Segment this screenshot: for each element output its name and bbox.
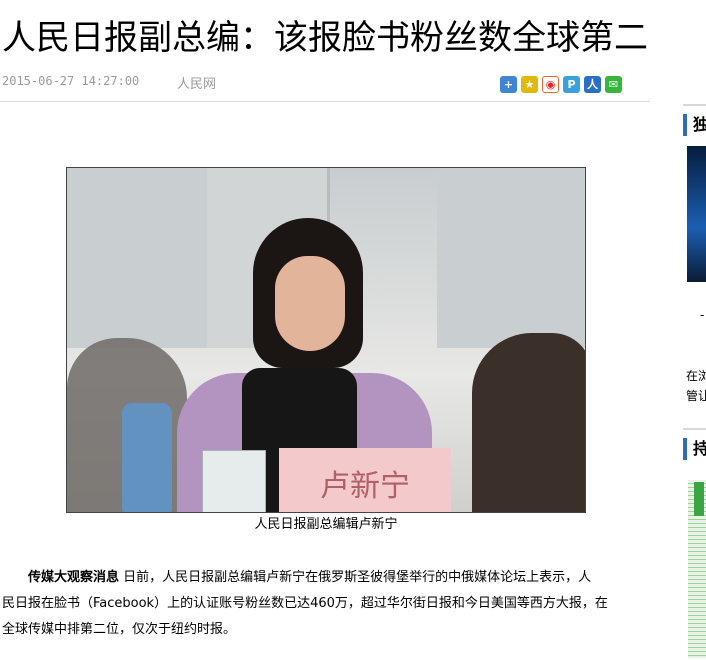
- renren-icon[interactable]: 人: [584, 76, 601, 93]
- source-link[interactable]: 人民网: [177, 73, 216, 92]
- weibo-icon[interactable]: ◉: [542, 76, 559, 93]
- article-photo: 卢新宁: [66, 167, 586, 513]
- sidebar-image-2[interactable]: [688, 480, 706, 658]
- sidebar-divider: [683, 104, 706, 106]
- nameplate: 卢新宁: [279, 448, 451, 512]
- sidebar-dash: -: [700, 308, 705, 322]
- image-caption: 人民日报副总编辑卢新宁: [254, 517, 398, 532]
- body-line-1: 日前，人民日报副总编辑卢新宁在俄罗斯圣彼得堡举行的中俄媒体论坛上表示，人: [123, 570, 592, 585]
- sidebar-text-line-1: 在浏: [686, 369, 706, 383]
- share-toolbar: + ★ ◉ P 人 ✉: [500, 76, 622, 93]
- article-headline: 人民日报副总编：该报脸书粉丝数全球第二: [2, 18, 648, 58]
- sidebar-heading-2: 持: [683, 438, 706, 460]
- sidebar-image-1[interactable]: [687, 146, 706, 282]
- body-line-2: 民日报在脸书（Facebook）上的认证账号粉丝数已达460万，超过华尔街日报和…: [2, 596, 608, 611]
- sidebar-text-line-2: 管让: [686, 389, 706, 403]
- pengyou-icon[interactable]: P: [563, 76, 580, 93]
- header-divider: [0, 101, 650, 102]
- qzone-star-icon[interactable]: ★: [521, 76, 538, 93]
- article-body: 传媒大观察消息 日前，人民日报副总编辑卢新宁在俄罗斯圣彼得堡举行的中俄媒体论坛上…: [2, 565, 650, 643]
- sidebar-heading-1: 独: [683, 114, 706, 136]
- body-line-3: 全球传媒中排第二位，仅次于纽约时报。: [2, 622, 237, 637]
- plus-share-icon[interactable]: +: [500, 76, 517, 93]
- publish-date: 2015-06-27 14:27:00: [2, 74, 140, 88]
- sidebar-text-1[interactable]: 在浏 管让: [686, 366, 706, 406]
- wechat-icon[interactable]: ✉: [605, 76, 622, 93]
- sidebar-divider-2: [683, 428, 706, 430]
- body-lead: 传媒大观察消息: [28, 570, 120, 585]
